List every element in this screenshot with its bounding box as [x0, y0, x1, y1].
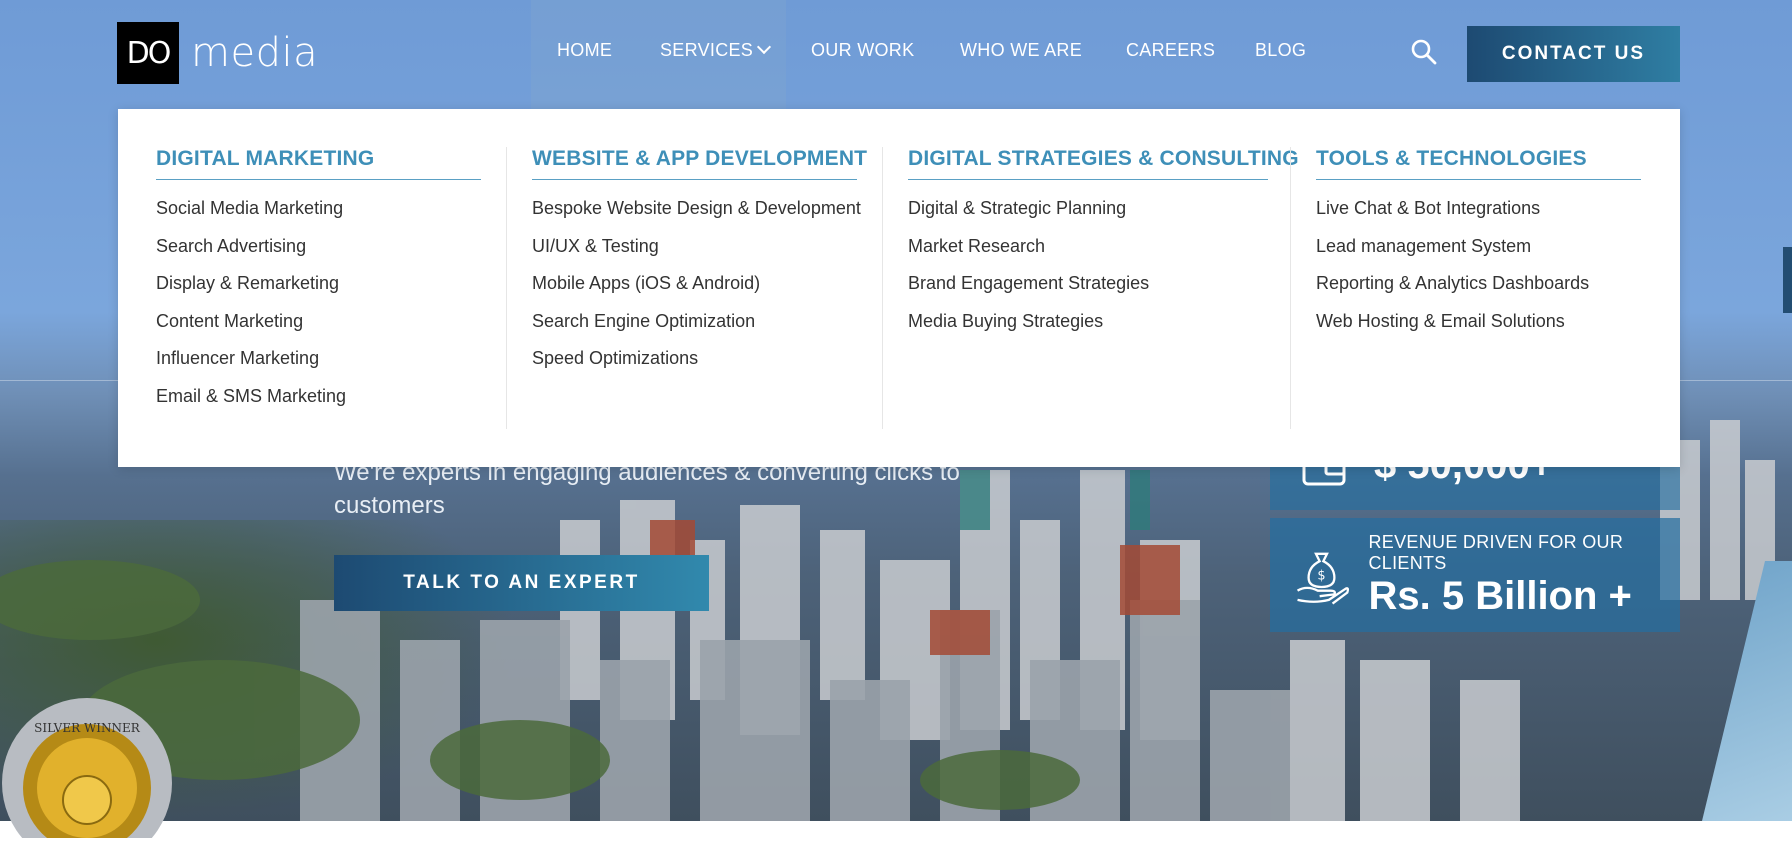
menu-column-web-app-dev: WEBSITE & APP DEVELOPMENT Bespoke Websit… [532, 147, 867, 386]
chevron-down-icon [757, 39, 772, 55]
menu-item[interactable]: Bespoke Website Design & Development [532, 198, 861, 236]
side-tab[interactable] [1783, 247, 1792, 313]
menu-item[interactable]: Social Media Marketing [156, 198, 481, 236]
menu-item[interactable]: Digital & Strategic Planning [908, 198, 1268, 236]
column-divider [882, 147, 883, 429]
menu-list: Bespoke Website Design & Development UI/… [532, 198, 861, 386]
menu-list: Social Media Marketing Search Advertisin… [156, 198, 481, 423]
menu-item[interactable]: Search Engine Optimization [532, 311, 857, 349]
badge-text: SILVER WINNER [34, 721, 141, 735]
nav-careers[interactable]: CAREERS [1126, 40, 1215, 61]
menu-item[interactable]: Market Research [908, 236, 1268, 274]
stat-card: $ REVENUE DRIVEN FOR OUR CLIENTS Rs. 5 B… [1270, 518, 1680, 632]
stat-label: REVENUE DRIVEN FOR OUR CLIENTS [1368, 532, 1624, 573]
logo-wordmark: media [191, 30, 319, 76]
nav-home[interactable]: HOME [557, 40, 612, 61]
award-badge: SILVER WINNER [0, 688, 182, 843]
menu-item[interactable]: Brand Engagement Strategies [908, 273, 1268, 311]
menu-column-digital-marketing: DIGITAL MARKETING Social Media Marketing… [156, 147, 481, 423]
column-divider [1290, 147, 1291, 429]
nav-services-label: SERVICES [660, 40, 754, 60]
column-divider [506, 147, 507, 429]
menu-item[interactable]: Email & SMS Marketing [156, 386, 481, 424]
menu-heading[interactable]: DIGITAL MARKETING [156, 147, 481, 180]
logo-mark: DO [117, 22, 179, 84]
menu-item[interactable]: Influencer Marketing [156, 348, 481, 386]
menu-heading[interactable]: WEBSITE & APP DEVELOPMENT [532, 147, 867, 180]
menu-item[interactable]: Search Advertising [156, 236, 481, 274]
menu-heading[interactable]: TOOLS & TECHNOLOGIES [1316, 147, 1641, 180]
menu-item[interactable]: UI/UX & Testing [532, 236, 857, 274]
menu-item[interactable]: Reporting & Analytics Dashboards [1316, 273, 1641, 311]
menu-item[interactable]: Live Chat & Bot Integrations [1316, 198, 1641, 236]
nav-who-we-are[interactable]: WHO WE ARE [960, 40, 1082, 61]
talk-to-expert-button[interactable]: TALK TO AN EXPERT [334, 555, 709, 611]
nav-our-work[interactable]: OUR WORK [811, 40, 914, 61]
menu-list: Digital & Strategic Planning Market Rese… [908, 198, 1268, 348]
menu-item[interactable]: Display & Remarketing [156, 273, 481, 311]
menu-item[interactable]: Speed Optimizations [532, 348, 857, 386]
svg-text:$: $ [1317, 569, 1325, 584]
menu-item[interactable]: Mobile Apps (iOS & Android) [532, 273, 857, 311]
site-logo[interactable]: DO media [117, 22, 318, 84]
menu-heading[interactable]: DIGITAL STRATEGIES & CONSULTING [908, 147, 1299, 180]
money-bag-hand-icon: $ [1296, 552, 1350, 605]
stat-value: Rs. 5 Billion + [1368, 574, 1632, 618]
services-mega-menu: DIGITAL MARKETING Social Media Marketing… [118, 109, 1680, 467]
menu-item[interactable]: Lead management System [1316, 236, 1641, 274]
menu-item[interactable]: Media Buying Strategies [908, 311, 1268, 349]
nav-blog[interactable]: BLOG [1255, 40, 1306, 61]
menu-list: Live Chat & Bot Integrations Lead manage… [1316, 198, 1641, 348]
menu-column-strategies: DIGITAL STRATEGIES & CONSULTING Digital … [908, 147, 1299, 348]
nav-services[interactable]: SERVICES [660, 39, 772, 61]
menu-item[interactable]: Web Hosting & Email Solutions [1316, 311, 1641, 349]
contact-us-button[interactable]: CONTACT US [1467, 26, 1680, 82]
menu-item[interactable]: Content Marketing [156, 311, 481, 349]
search-icon[interactable] [1410, 38, 1438, 66]
menu-column-tools: TOOLS & TECHNOLOGIES Live Chat & Bot Int… [1316, 147, 1641, 348]
